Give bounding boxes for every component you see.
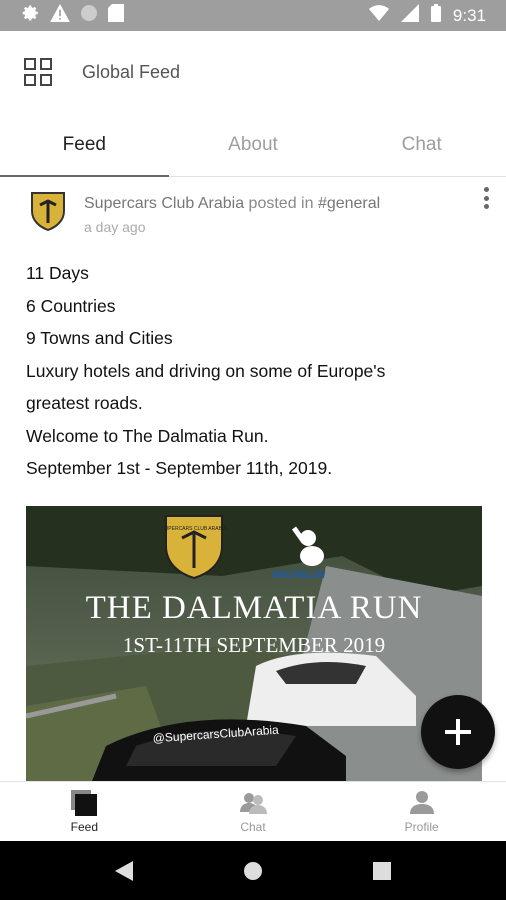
post-author[interactable]: Supercars Club Arabia bbox=[84, 195, 244, 212]
post-line: 9 Towns and Cities bbox=[26, 328, 173, 348]
bottom-nav-label: Chat bbox=[240, 820, 266, 834]
bottom-nav-label: Feed bbox=[70, 820, 99, 834]
plus-icon bbox=[445, 719, 471, 745]
circle-icon bbox=[80, 4, 98, 27]
post-image[interactable]: SUPERCARS CLUB ARABIA MICHELIN THE DALMA… bbox=[26, 506, 482, 781]
post-line: September 1st - September 11th, 2019. bbox=[26, 458, 333, 478]
bottom-nav-profile[interactable]: Profile bbox=[337, 782, 506, 841]
bottom-nav: Feed Chat Profile bbox=[0, 781, 506, 841]
battery-icon bbox=[430, 4, 441, 27]
signal-icon bbox=[400, 4, 419, 27]
more-options-icon[interactable] bbox=[484, 187, 490, 209]
feed-icon bbox=[71, 790, 98, 816]
recents-icon[interactable] bbox=[373, 861, 391, 880]
post-channel[interactable]: #general bbox=[318, 195, 380, 212]
bottom-nav-feed[interactable]: Feed bbox=[0, 782, 169, 841]
post-line: greatest roads. bbox=[26, 393, 143, 413]
club-avatar[interactable] bbox=[30, 191, 66, 232]
system-nav-bar bbox=[0, 841, 506, 900]
post-line: 6 Countries bbox=[26, 295, 116, 316]
add-post-button[interactable] bbox=[421, 695, 495, 769]
feed-content: Supercars Club Arabia posted in #general… bbox=[0, 177, 506, 781]
post-header: Supercars Club Arabia posted in #general… bbox=[30, 185, 489, 235]
warning-icon bbox=[50, 4, 70, 27]
tab-about[interactable]: About bbox=[169, 113, 338, 176]
status-bar: 9:31 bbox=[0, 0, 506, 31]
app-title: Global Feed bbox=[82, 61, 181, 82]
bottom-nav-chat[interactable]: Chat bbox=[169, 782, 338, 841]
tab-bar: Feed About Chat bbox=[0, 113, 506, 177]
tab-feed[interactable]: Feed bbox=[0, 113, 169, 177]
wifi-icon bbox=[368, 5, 389, 26]
grid-menu-icon[interactable] bbox=[24, 58, 52, 86]
profile-icon bbox=[409, 791, 434, 814]
app-bar: Global Feed bbox=[0, 31, 506, 113]
post-time: a day ago bbox=[84, 219, 146, 235]
image-subtitle: 1ST-11TH SEPTEMBER 2019 bbox=[123, 633, 385, 657]
chat-icon bbox=[240, 793, 267, 814]
post-line: 11 Days bbox=[26, 263, 89, 283]
back-icon[interactable] bbox=[115, 860, 133, 881]
settings-icon bbox=[22, 4, 40, 27]
post-line: Luxury hotels and driving on some of Eur… bbox=[26, 360, 386, 381]
home-icon[interactable] bbox=[243, 861, 263, 881]
sponsor-text: MICHELIN bbox=[272, 569, 326, 581]
post-meta: Supercars Club Arabia posted in #general… bbox=[84, 195, 380, 235]
image-title: THE DALMATIA RUN bbox=[86, 590, 423, 626]
sd-card-icon bbox=[108, 4, 124, 27]
bottom-nav-label: Profile bbox=[404, 820, 439, 834]
tab-chat[interactable]: Chat bbox=[337, 113, 506, 176]
posted-in-label: posted in bbox=[248, 195, 314, 212]
status-time: 9:31 bbox=[452, 5, 486, 25]
badge-text: SUPERCARS CLUB ARABIA bbox=[161, 526, 227, 532]
post-body: 11 Days 6 Countries 9 Towns and Cities L… bbox=[26, 257, 486, 485]
post-line: Welcome to The Dalmatia Run. bbox=[26, 425, 269, 446]
